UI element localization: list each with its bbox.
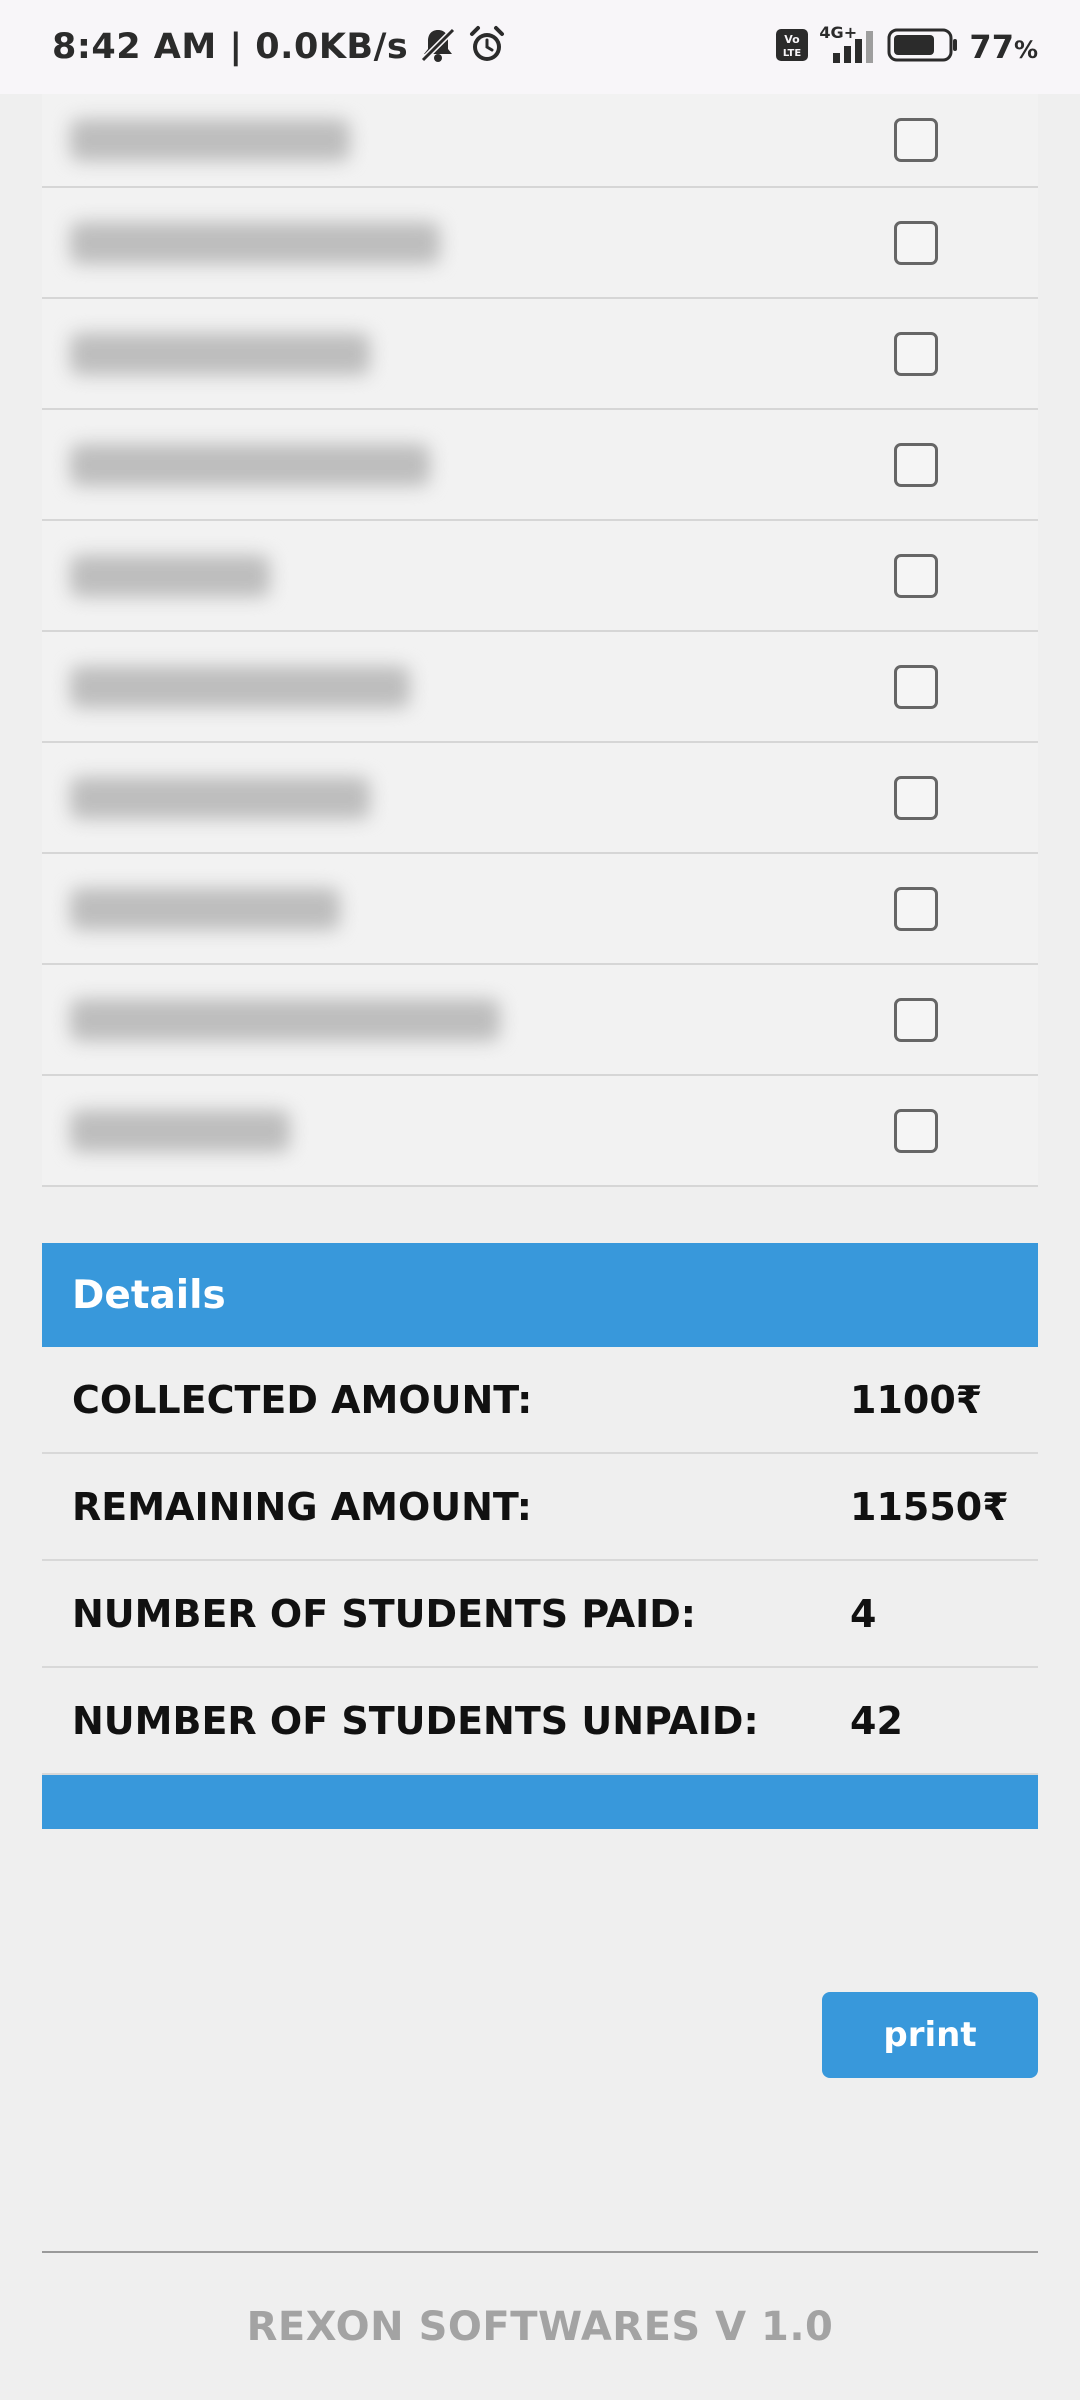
student-row — [42, 1076, 1038, 1187]
volte-icon: Vo LTE — [775, 28, 809, 66]
details-row: REMAINING AMOUNT: 11550₹ — [42, 1454, 1038, 1561]
student-name-blurred — [70, 887, 340, 930]
details-value: 4 — [850, 1591, 877, 1636]
details-footer-bar — [42, 1775, 1038, 1829]
student-row — [42, 854, 1038, 965]
student-name-blurred — [70, 554, 270, 597]
student-name-blurred — [70, 776, 370, 819]
details-label: NUMBER OF STUDENTS UNPAID: — [72, 1698, 759, 1743]
student-name-blurred — [70, 221, 440, 264]
alarm-icon — [466, 24, 508, 70]
details-value: 42 — [850, 1698, 903, 1743]
student-checkbox[interactable] — [894, 775, 938, 820]
details-header: Details — [42, 1243, 1038, 1347]
student-row — [42, 299, 1038, 410]
details-label: COLLECTED AMOUNT: — [72, 1377, 533, 1422]
details-row: COLLECTED AMOUNT: 1100₹ — [42, 1347, 1038, 1454]
student-checkbox[interactable] — [894, 220, 938, 265]
details-label: REMAINING AMOUNT: — [72, 1484, 532, 1529]
student-row — [42, 410, 1038, 521]
student-checkbox[interactable] — [894, 442, 938, 487]
battery-percent-value: 77 — [969, 28, 1014, 66]
bell-off-icon — [418, 25, 458, 69]
details-panel: Details COLLECTED AMOUNT: 1100₹ REMAINING … — [42, 1243, 1038, 1829]
student-name-blurred — [70, 998, 500, 1041]
svg-text:Vo: Vo — [785, 33, 801, 46]
student-checkbox[interactable] — [894, 118, 938, 162]
student-row — [42, 94, 1038, 188]
student-name-blurred — [70, 665, 410, 708]
details-rows: COLLECTED AMOUNT: 1100₹ REMAINING AMOUNT: 1… — [42, 1347, 1038, 1775]
svg-text:LTE: LTE — [783, 48, 802, 59]
student-name-blurred — [70, 332, 370, 375]
student-checkbox[interactable] — [894, 553, 938, 598]
student-checkbox[interactable] — [894, 1108, 938, 1153]
student-row — [42, 632, 1038, 743]
details-row: NUMBER OF STUDENTS UNPAID: 42 — [42, 1668, 1038, 1775]
details-label: NUMBER OF STUDENTS PAID: — [72, 1591, 696, 1636]
student-row — [42, 965, 1038, 1076]
footer-version-text: REXON SOFTWARES V 1.0 — [246, 2304, 834, 2350]
print-button[interactable]: print — [822, 1992, 1038, 2078]
student-checkbox[interactable] — [894, 886, 938, 931]
student-list — [42, 94, 1038, 1187]
student-checkbox[interactable] — [894, 331, 938, 376]
student-name-blurred — [70, 443, 430, 486]
battery-icon — [887, 27, 959, 67]
status-time: 8:42 AM | 0.0KB/s — [52, 27, 409, 67]
details-value: 11550₹ — [850, 1484, 1009, 1529]
signal-icon: 4G+ — [819, 23, 877, 67]
footer-divider — [42, 2251, 1038, 2253]
details-value: 1100₹ — [850, 1377, 983, 1422]
student-row — [42, 743, 1038, 854]
status-bar: 8:42 AM | 0.0KB/s Vo LTE 4G+ 77% — [0, 0, 1080, 94]
battery-percent: 77% — [969, 28, 1038, 66]
battery-percent-suffix: % — [1013, 36, 1038, 64]
student-name-blurred — [70, 1109, 290, 1152]
student-name-blurred — [70, 119, 350, 161]
student-checkbox[interactable] — [894, 997, 938, 1042]
student-row — [42, 188, 1038, 299]
student-row — [42, 521, 1038, 632]
details-row: NUMBER OF STUDENTS PAID: 4 — [42, 1561, 1038, 1668]
student-checkbox[interactable] — [894, 664, 938, 709]
